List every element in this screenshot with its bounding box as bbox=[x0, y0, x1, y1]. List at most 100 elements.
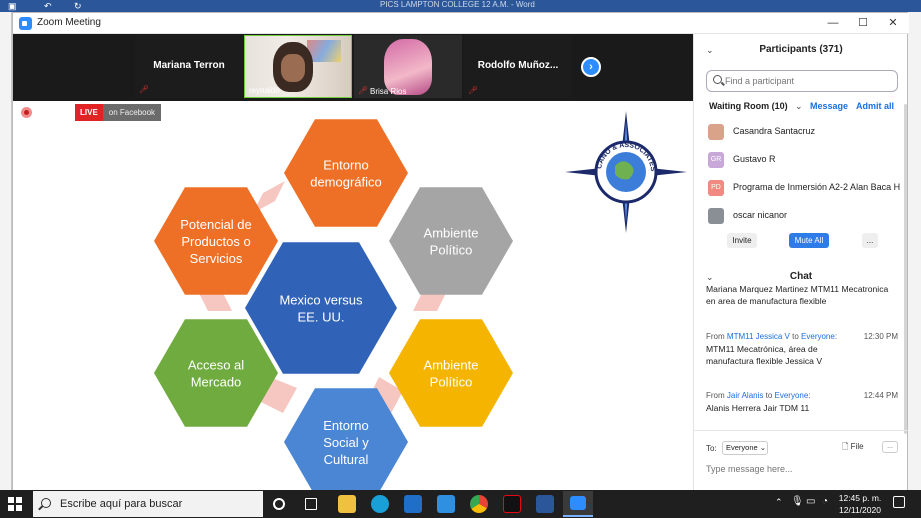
network-icon[interactable]: ◔ bbox=[822, 496, 828, 507]
participant-name: Mariana Terron bbox=[153, 60, 225, 71]
chat-more-button[interactable]: ... bbox=[882, 441, 898, 453]
chat-message-text: Mariana Marquez Martinez MTM11 Mecatroni… bbox=[706, 286, 889, 306]
chevron-down-icon[interactable]: ⌄ bbox=[795, 101, 803, 112]
diagram-hexagon bbox=[154, 319, 278, 427]
netflix-icon[interactable] bbox=[503, 495, 521, 513]
chat-message: From MTM11 Jessica V to Everyone: 12:30 … bbox=[706, 332, 898, 367]
video-strip: Mariana Terron reynaldo 🎤︎ Brisa Rios Ro… bbox=[13, 34, 693, 101]
diagram-hexagon bbox=[284, 119, 408, 227]
zoom-taskbar-icon[interactable] bbox=[563, 491, 593, 517]
avatar bbox=[708, 208, 724, 224]
muted-mic-icon: 🎤︎ bbox=[358, 86, 369, 95]
taskbar-search-placeholder: Escribe aquí para buscar bbox=[60, 498, 183, 510]
chat-sender[interactable]: MTM11 Jessica V bbox=[727, 332, 790, 341]
mail-icon[interactable] bbox=[404, 495, 422, 513]
photos-icon[interactable] bbox=[437, 495, 455, 513]
diagram-hexagon bbox=[389, 187, 513, 295]
invite-button[interactable]: Invite bbox=[727, 233, 757, 248]
word-icon[interactable] bbox=[536, 495, 554, 513]
window-title: Zoom Meeting bbox=[37, 17, 101, 28]
live-stream-badge[interactable]: LIVE on Facebook bbox=[75, 104, 162, 121]
video-tile[interactable]: 🎤︎ Brisa Rios bbox=[354, 35, 462, 98]
clock-time: 12:45 p. m. bbox=[838, 493, 882, 503]
edge-icon[interactable] bbox=[371, 495, 389, 513]
chat-time: 12:30 PM bbox=[863, 332, 898, 341]
chat-message: From Jair Alanis to Everyone: 12:44 PM A… bbox=[706, 391, 898, 414]
maximize-button[interactable]: ☐ bbox=[851, 15, 875, 31]
redo-icon[interactable]: ↻ bbox=[74, 1, 82, 12]
windows-taskbar: Escribe aquí para buscar ⌃ 🎙︎ ▭ ◔ 12:45 … bbox=[0, 490, 921, 518]
background-word-right-edge bbox=[908, 12, 921, 490]
participant-row[interactable]: Casandra Santacruz bbox=[706, 122, 902, 142]
participant-search[interactable] bbox=[706, 70, 898, 92]
participant-row[interactable]: GR Gustavo R bbox=[706, 150, 902, 170]
zoom-logo-icon bbox=[19, 17, 32, 30]
search-icon bbox=[41, 498, 51, 508]
save-icon[interactable]: ▣ bbox=[8, 1, 17, 12]
next-page-arrow-icon[interactable]: › bbox=[581, 57, 601, 77]
diagram-center-hexagon bbox=[245, 242, 397, 374]
panel-scrollbar[interactable] bbox=[904, 104, 907, 434]
participant-name: Brisa Rios bbox=[370, 87, 407, 96]
tray-chevron-icon[interactable]: ⌃ bbox=[775, 497, 783, 508]
minimize-button[interactable]: — bbox=[821, 15, 845, 31]
avatar: GR bbox=[708, 152, 724, 168]
muted-mic-icon: 🎤︎ bbox=[139, 85, 150, 94]
taskbar-search[interactable]: Escribe aquí para buscar bbox=[33, 491, 263, 517]
battery-icon[interactable]: ▭ bbox=[806, 496, 815, 507]
participant-name: oscar nicanor bbox=[733, 210, 788, 220]
diagram-hexagon-label: Entorno Social y Cultural bbox=[323, 418, 369, 467]
recording-icon bbox=[21, 107, 32, 118]
video-tile[interactable]: Rodolfo Muñoz... 🎤︎ bbox=[464, 35, 572, 98]
cortana-icon[interactable] bbox=[273, 498, 285, 510]
recipient-select[interactable]: Everyone ⌄ bbox=[722, 441, 768, 455]
search-icon bbox=[713, 75, 722, 84]
chat-sender[interactable]: Jair Alanis bbox=[727, 391, 763, 400]
chrome-icon[interactable] bbox=[470, 495, 488, 513]
cano-associates-logo: CANO & ASSOCIATES bbox=[565, 111, 687, 233]
muted-mic-icon: 🎤︎ bbox=[468, 86, 479, 95]
chat-message-header: From MTM11 Jessica V to Everyone: 12:30 … bbox=[706, 332, 898, 341]
chat-messages: Mariana Marquez Martinez MTM11 Mecatroni… bbox=[706, 286, 898, 426]
file-icon: 🗋︎ bbox=[842, 442, 849, 451]
chat-message-input[interactable] bbox=[706, 461, 896, 477]
video-tile[interactable]: Mariana Terron bbox=[135, 35, 243, 98]
participant-name: Programa de Inmersión A2-2 Alan Baca H bbox=[733, 182, 901, 192]
task-view-icon[interactable] bbox=[305, 498, 317, 510]
title-bar: Zoom Meeting — ☐ ✕ bbox=[13, 13, 909, 34]
live-platform: on Facebook bbox=[102, 104, 162, 121]
undo-icon[interactable]: ↶ bbox=[44, 1, 52, 12]
participant-video bbox=[273, 42, 313, 92]
chat-time: 12:44 PM bbox=[863, 391, 898, 400]
chat-title: Chat bbox=[789, 271, 813, 282]
message-button[interactable]: Message bbox=[810, 101, 848, 111]
waiting-room-label[interactable]: Waiting Room (10) bbox=[709, 101, 788, 111]
notification-icon[interactable] bbox=[893, 496, 905, 508]
clock-date: 12/11/2020 bbox=[839, 505, 881, 515]
background-word-left-edge bbox=[0, 12, 12, 490]
participants-title: Participants (371) bbox=[759, 44, 843, 55]
file-explorer-icon[interactable] bbox=[338, 495, 356, 513]
chat-recipient[interactable]: Everyone bbox=[775, 391, 809, 400]
participant-search-input[interactable] bbox=[725, 73, 895, 89]
chat-message-header: From Jair Alanis to Everyone: 12:44 PM bbox=[706, 391, 898, 400]
video-tile-active-speaker[interactable]: reynaldo bbox=[244, 35, 352, 98]
avatar bbox=[708, 124, 724, 140]
admit-all-button[interactable]: Admit all bbox=[856, 101, 894, 111]
chat-footer: To: Everyone ⌄ 🗋︎ File ... bbox=[694, 430, 908, 490]
chat-message-text: MTM11 Mecatrónica, área de manufactura f… bbox=[706, 344, 823, 366]
diagram-hexagon bbox=[389, 319, 513, 427]
diagram-hexagon-label: Potencial de Productos o Servicios bbox=[180, 217, 252, 266]
chat-recipient[interactable]: Everyone bbox=[801, 332, 835, 341]
to-label: To: bbox=[706, 444, 717, 453]
more-options-button[interactable]: ... bbox=[862, 233, 878, 248]
microphone-icon[interactable]: 🎙︎ bbox=[791, 496, 804, 507]
mute-all-button[interactable]: Mute All bbox=[789, 233, 829, 248]
file-button[interactable]: 🗋︎ File bbox=[842, 441, 864, 455]
participant-row[interactable]: PD Programa de Inmersión A2-2 Alan Baca … bbox=[706, 178, 902, 198]
participant-name: reynaldo bbox=[249, 86, 280, 95]
windows-start-icon[interactable] bbox=[8, 497, 22, 511]
participant-row[interactable]: oscar nicanor bbox=[706, 206, 902, 226]
taskbar-clock[interactable]: 12:45 p. m. 12/11/2020 bbox=[836, 492, 884, 516]
close-button[interactable]: ✕ bbox=[881, 15, 905, 31]
